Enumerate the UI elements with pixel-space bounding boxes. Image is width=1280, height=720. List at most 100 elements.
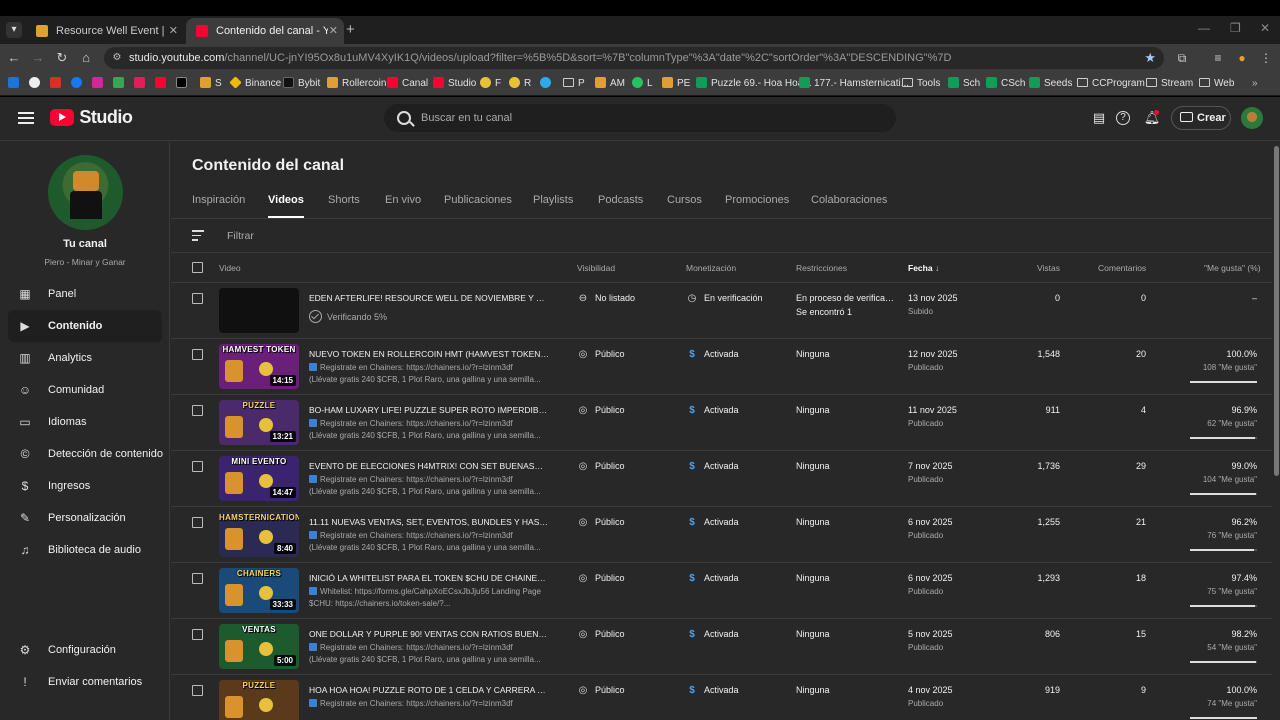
bookmark-puzzle[interactable]: Puzzle 69.- Hoa Hoa... bbox=[696, 76, 812, 92]
restrictions-cell[interactable]: Ninguna bbox=[796, 517, 896, 527]
monetization-cell[interactable]: ◷ En verificación bbox=[686, 293, 763, 304]
video-title[interactable]: BO-HAM LUXARY LIFE! PUZZLE SUPER ROTO IM… bbox=[309, 405, 549, 415]
table-row[interactable]: HAMSTERNICATION 8:40 11.11 NUEVAS VENTAS, … bbox=[171, 507, 1272, 563]
menu-icon[interactable] bbox=[18, 110, 34, 126]
visibility-cell[interactable]: ◎ Público bbox=[577, 349, 625, 360]
bookmark-f[interactable]: F bbox=[480, 76, 501, 92]
reload-icon[interactable]: ↻ bbox=[54, 50, 70, 66]
page-scrollbar[interactable] bbox=[1273, 142, 1280, 720]
sidebar-item-personalizacion[interactable]: ✎ Personalización bbox=[8, 502, 162, 534]
video-thumbnail[interactable]: HAMSTERNICATION 8:40 bbox=[219, 512, 299, 557]
close-window-icon[interactable]: ✕ bbox=[1260, 21, 1270, 35]
row-checkbox[interactable] bbox=[192, 685, 203, 696]
help-icon[interactable]: ? bbox=[1116, 111, 1130, 125]
bookmark-bybit[interactable]: Bybit bbox=[283, 76, 320, 92]
restrictions-cell[interactable]: Ninguna bbox=[796, 349, 896, 359]
bookmark-studio[interactable]: Studio bbox=[433, 76, 476, 92]
video-thumbnail[interactable]: PUZZLE 13:21 bbox=[219, 400, 299, 445]
restrictions-cell[interactable]: En proceso de verificac... bbox=[796, 293, 896, 303]
sidebar-item-feedback[interactable]: ! Enviar comentarios bbox=[8, 666, 162, 698]
video-thumbnail[interactable]: VENTAS 5:00 bbox=[219, 624, 299, 669]
site-info-icon[interactable]: ⚙ bbox=[110, 51, 124, 65]
bookmark-folder-ccprogram[interactable]: CCProgram bbox=[1077, 76, 1145, 92]
close-tab-icon[interactable]: ✕ bbox=[169, 18, 178, 44]
table-row[interactable]: VENTAS 5:00 ONE DOLLAR Y PURPLE 90! VENTAS… bbox=[171, 619, 1272, 675]
close-tab-icon[interactable]: ✕ bbox=[329, 18, 338, 44]
monetization-cell[interactable]: $ Activada bbox=[686, 405, 738, 416]
tab-colaboraciones[interactable]: Colaboraciones bbox=[811, 194, 887, 218]
bookmark-youtube-icon[interactable] bbox=[155, 76, 170, 92]
browser-tab-youtube-studio[interactable]: Contenido del canal - YouTube ✕ bbox=[186, 18, 344, 44]
visibility-cell[interactable]: ◎ Público bbox=[577, 405, 625, 416]
video-thumbnail[interactable]: MINI EVENTO 14:47 bbox=[219, 456, 299, 501]
more-bookmarks-icon[interactable]: » bbox=[1252, 76, 1258, 92]
restrictions-cell[interactable]: Ninguna bbox=[796, 461, 896, 471]
bookmark-folder-p[interactable]: P bbox=[563, 76, 585, 92]
monetization-cell[interactable]: $ Activada bbox=[686, 685, 738, 696]
create-button[interactable]: Crear bbox=[1171, 106, 1231, 130]
column-likes[interactable]: "Me gusta" (%) bbox=[1204, 253, 1261, 283]
table-row[interactable]: HAMVEST TOKEN 14:15 NUEVO TOKEN EN ROLLERC… bbox=[171, 339, 1272, 395]
tab-inspiracion[interactable]: Inspiración bbox=[192, 194, 245, 218]
tab-search-button[interactable]: ▾ bbox=[6, 22, 22, 38]
video-thumbnail[interactable] bbox=[219, 288, 299, 333]
bookmark-x-icon[interactable] bbox=[176, 76, 191, 92]
tab-publicaciones[interactable]: Publicaciones bbox=[444, 194, 512, 218]
bookmark-drive-icon[interactable] bbox=[113, 76, 128, 92]
monetization-cell[interactable]: $ Activada bbox=[686, 461, 738, 472]
sidebar-item-contenido[interactable]: ▶ Contenido bbox=[8, 310, 162, 342]
profile-avatar-icon[interactable]: ● bbox=[1234, 50, 1250, 66]
row-checkbox[interactable] bbox=[192, 349, 203, 360]
column-views[interactable]: Vistas bbox=[1037, 253, 1060, 283]
filter-bar[interactable]: Filtrar bbox=[171, 219, 1272, 253]
table-row[interactable]: EDEN AFTERLIFE! RESOURCE WELL DE NOVIEMB… bbox=[171, 283, 1272, 339]
video-title[interactable]: INICIÓ LA WHITELIST PARA EL TOKEN $CHU D… bbox=[309, 573, 549, 583]
table-row[interactable]: PUZZLE 13:21 BO-HAM LUXARY LIFE! PUZZLE SU… bbox=[171, 395, 1272, 451]
tab-playlists[interactable]: Playlists bbox=[533, 194, 573, 218]
row-checkbox[interactable] bbox=[192, 461, 203, 472]
scrollbar-thumb[interactable] bbox=[1274, 146, 1279, 476]
bookmark-canal[interactable]: Canal bbox=[387, 76, 428, 92]
channel-avatar[interactable] bbox=[48, 155, 123, 230]
bookmark-sch[interactable]: Sch bbox=[948, 76, 980, 92]
monetization-cell[interactable]: $ Activada bbox=[686, 349, 738, 360]
select-all-checkbox[interactable] bbox=[192, 262, 203, 273]
video-thumbnail[interactable]: HAMVEST TOKEN 14:15 bbox=[219, 344, 299, 389]
bookmark-rollercoin[interactable]: Rollercoin bbox=[327, 76, 386, 92]
video-title[interactable]: NUEVO TOKEN EN ROLLERCOIN HMT (HAMVEST T… bbox=[309, 349, 549, 359]
filter-icon[interactable] bbox=[192, 230, 204, 242]
visibility-cell[interactable]: ◎ Público bbox=[577, 573, 625, 584]
channel-search-input[interactable] bbox=[421, 109, 881, 127]
bookmark-r[interactable]: R bbox=[509, 76, 531, 92]
sidebar-item-configuracion[interactable]: ⚙ Configuración bbox=[8, 634, 162, 666]
bookmark-hamsternication[interactable]: 177.- Hamsternicati... bbox=[799, 76, 909, 92]
captions-icon[interactable]: ▤ bbox=[1090, 109, 1108, 127]
visibility-cell[interactable]: ◎ Público bbox=[577, 461, 625, 472]
bookmark-binance[interactable]: Binance bbox=[229, 76, 281, 92]
restrictions-cell[interactable]: Ninguna bbox=[796, 405, 896, 415]
sidebar-item-deteccion[interactable]: © Detección de contenido bbox=[8, 438, 163, 470]
bookmark-pe[interactable]: PE bbox=[662, 76, 690, 92]
visibility-cell[interactable]: ⊖ No listado bbox=[577, 293, 635, 304]
restrictions-cell[interactable]: Ninguna bbox=[796, 685, 896, 695]
account-avatar[interactable] bbox=[1241, 107, 1263, 129]
row-checkbox[interactable] bbox=[192, 293, 203, 304]
restrictions-cell[interactable]: Ninguna bbox=[796, 573, 896, 583]
filter-input[interactable]: Filtrar bbox=[227, 219, 254, 253]
tab-en-vivo[interactable]: En vivo bbox=[385, 194, 421, 218]
table-row[interactable]: PUZZLE HOA HOA HOA! PUZZLE ROTO DE 1 CELD… bbox=[171, 675, 1272, 720]
restore-icon[interactable]: ❐ bbox=[1230, 21, 1241, 35]
bookmark-telegram-icon[interactable] bbox=[540, 76, 555, 92]
tab-promociones[interactable]: Promociones bbox=[725, 194, 789, 218]
bookmark-facebook-icon[interactable] bbox=[71, 76, 86, 92]
video-title[interactable]: 11.11 NUEVAS VENTAS, SET, EVENTOS, BUNDL… bbox=[309, 517, 549, 527]
monetization-cell[interactable]: $ Activada bbox=[686, 573, 738, 584]
bookmark-folder-web[interactable]: Web bbox=[1199, 76, 1234, 92]
bookmark-l[interactable]: L bbox=[632, 76, 653, 92]
tab-shorts[interactable]: Shorts bbox=[328, 194, 360, 218]
video-title[interactable]: HOA HOA HOA! PUZZLE ROTO DE 1 CELDA Y CA… bbox=[309, 685, 549, 695]
row-checkbox[interactable] bbox=[192, 517, 203, 528]
table-row[interactable]: CHAINERS 33:33 INICIÓ LA WHITELIST PARA EL… bbox=[171, 563, 1272, 619]
bookmark-threads-icon[interactable] bbox=[29, 76, 44, 92]
bookmark-outlook-icon[interactable] bbox=[8, 76, 23, 92]
